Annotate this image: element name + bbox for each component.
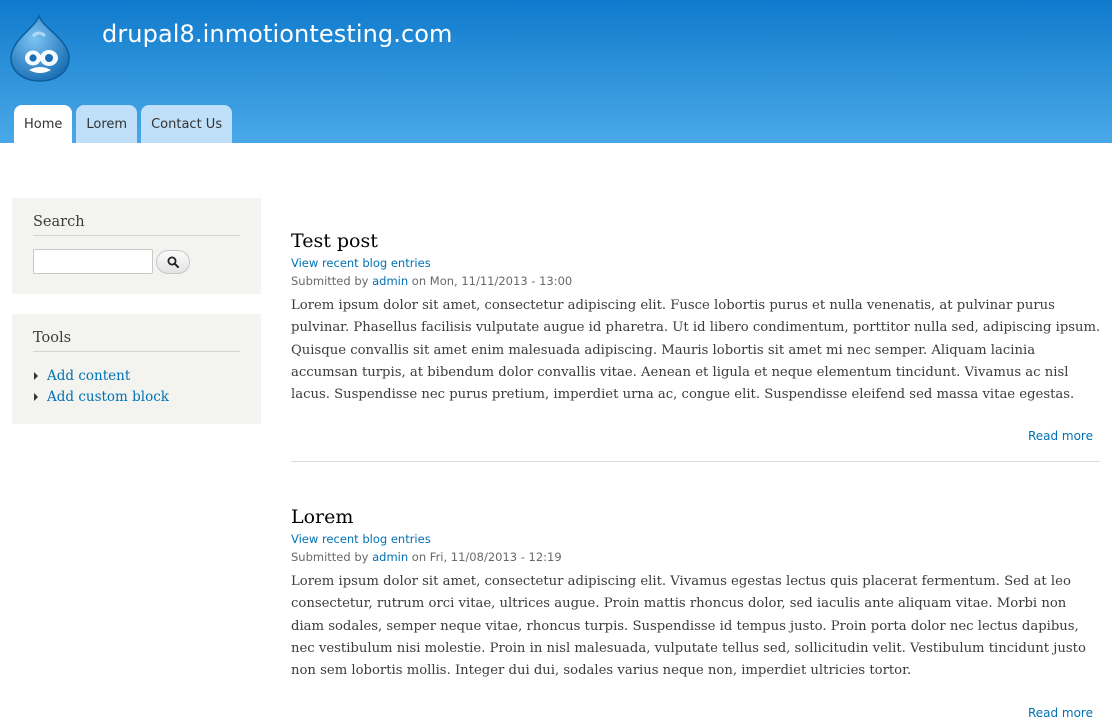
article-divider	[291, 461, 1100, 462]
drupal-logo-icon[interactable]	[9, 14, 71, 82]
read-more-link[interactable]: Read more	[1028, 706, 1093, 720]
author-link[interactable]: admin	[372, 274, 408, 288]
search-button[interactable]	[156, 249, 190, 274]
tab-contact-us[interactable]: Contact Us	[141, 105, 233, 143]
site-header: drupal8.inmotiontesting.com Home Lorem C…	[0, 0, 1112, 143]
blog-entries-link[interactable]: View recent blog entries	[291, 531, 1101, 547]
article-lorem: Lorem View recent blog entries Submitted…	[291, 504, 1101, 682]
tab-lorem[interactable]: Lorem	[76, 105, 138, 143]
search-icon	[167, 256, 179, 268]
article-test-post: Test post View recent blog entries Submi…	[291, 228, 1101, 406]
blog-entries-link[interactable]: View recent blog entries	[291, 255, 1101, 271]
article-body: Lorem ipsum dolor sit amet, consectetur …	[291, 298, 1101, 403]
tab-home[interactable]: Home	[14, 105, 73, 143]
add-custom-block-link[interactable]: Add custom block	[47, 389, 169, 405]
article-title[interactable]: Lorem	[291, 504, 1101, 530]
list-item: Add custom block	[33, 386, 240, 407]
search-input[interactable]	[33, 249, 153, 274]
main-nav: Home Lorem Contact Us	[14, 105, 233, 143]
tools-block: Tools Add content Add custom block	[12, 314, 261, 424]
list-item: Add content	[33, 365, 240, 386]
read-more-link[interactable]: Read more	[1028, 429, 1093, 443]
tools-block-title: Tools	[33, 330, 240, 352]
search-block: Search	[12, 198, 261, 294]
submitted-info: Submitted by admin on Fri, 11/08/2013 - …	[291, 549, 1101, 565]
author-link[interactable]: admin	[372, 550, 408, 564]
search-block-title: Search	[33, 214, 240, 236]
submitted-prefix: Submitted by	[291, 274, 373, 288]
article-title[interactable]: Test post	[291, 228, 1101, 254]
submitted-date: on Mon, 11/11/2013 - 13:00	[408, 274, 573, 288]
submitted-date: on Fri, 11/08/2013 - 12:19	[408, 550, 562, 564]
site-name[interactable]: drupal8.inmotiontesting.com	[102, 20, 453, 48]
bullet-arrow-icon	[34, 392, 38, 401]
submitted-info: Submitted by admin on Mon, 11/11/2013 - …	[291, 273, 1101, 289]
tools-list: Add content Add custom block	[33, 365, 240, 407]
add-content-link[interactable]: Add content	[47, 368, 130, 384]
submitted-prefix: Submitted by	[291, 550, 373, 564]
article-body: Lorem ipsum dolor sit amet, consectetur …	[291, 574, 1086, 679]
bullet-arrow-icon	[34, 371, 38, 380]
search-form	[33, 249, 240, 274]
